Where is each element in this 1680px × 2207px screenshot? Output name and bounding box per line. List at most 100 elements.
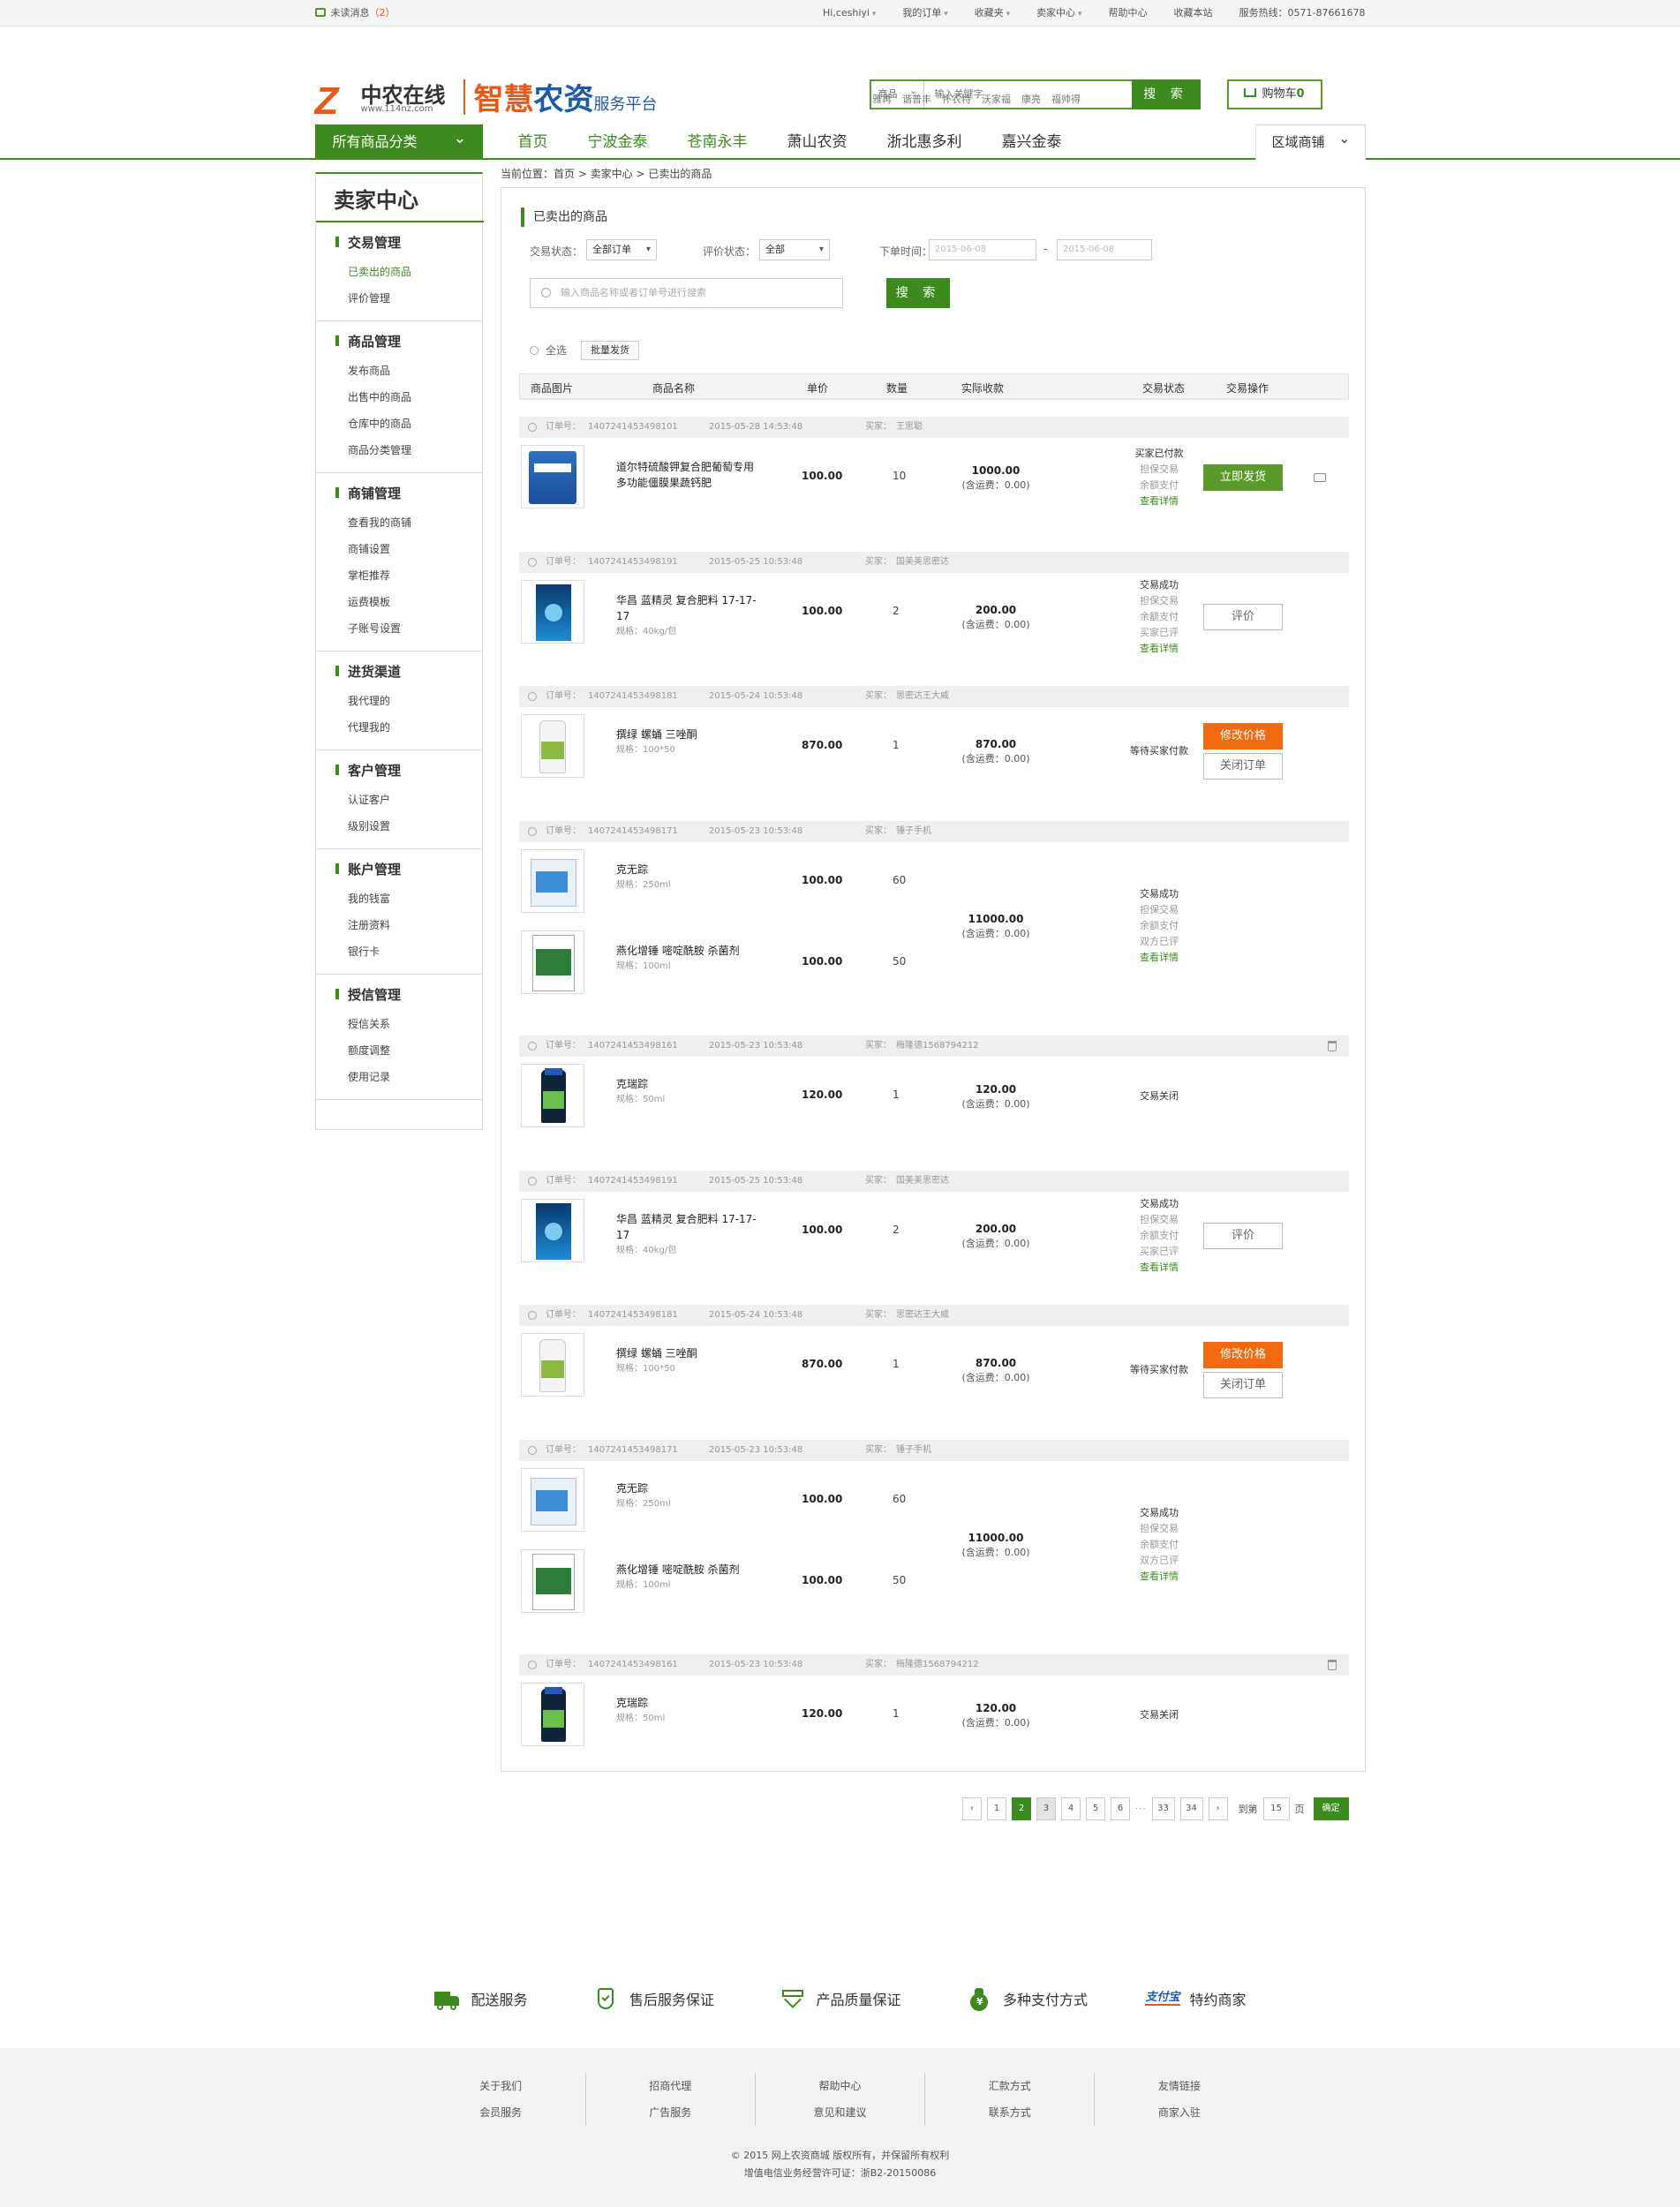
batch-ship-button[interactable]: 批量发货 [581,341,639,360]
product-image[interactable] [521,1549,584,1613]
product-image[interactable] [521,930,584,994]
hotword[interactable]: 康亮 [1021,94,1041,105]
modify-price-button[interactable]: 修改价格 [1203,723,1283,749]
nav-item[interactable]: 苍南永丰 [688,124,748,160]
sidebar-item[interactable]: 出售中的商品 [348,384,482,411]
unread-messages[interactable]: 未读消息（2） [314,0,396,26]
order-select-radio[interactable] [528,827,537,836]
footer-link[interactable]: 会员服务 [417,2099,585,2126]
select-all[interactable]: 全选 [530,343,567,358]
page-number[interactable]: 33 [1151,1797,1175,1820]
sidebar-item[interactable]: 认证客户 [348,787,482,813]
seller-center-link[interactable]: 卖家中心 [1036,0,1081,27]
product-image[interactable] [521,714,584,778]
sidebar-item[interactable]: 级别设置 [348,813,482,840]
hotword[interactable]: 谐普丰 [902,94,931,105]
sidebar-item[interactable]: 查看我的商铺 [348,509,482,536]
date-to-input[interactable]: 2015-06-08 [1057,239,1152,260]
view-details-link[interactable]: 查看详情 [1084,493,1234,509]
product-image[interactable] [521,849,584,913]
footer-link[interactable]: 招商代理 [586,2073,755,2099]
product-image[interactable] [521,1064,584,1127]
sidebar-item[interactable]: 使用记录 [348,1064,482,1090]
sidebar-item[interactable]: 代理我的 [348,714,482,741]
sidebar-item[interactable]: 商铺设置 [348,536,482,562]
trade-status-select[interactable]: 全部订单 [586,239,657,260]
product-image[interactable] [521,445,584,508]
product-image[interactable] [521,1199,584,1262]
product-name[interactable]: 燕化增锤 嘧啶酰胺 杀菌剂 [616,1562,762,1578]
filter-search-button[interactable]: 搜 索 [886,278,950,308]
view-details-link[interactable]: 查看详情 [1084,1260,1234,1276]
favorites-link[interactable]: 收藏夹 [975,0,1010,27]
close-order-button[interactable]: 关闭订单 [1203,1372,1283,1398]
sidebar-item[interactable]: 发布商品 [348,358,482,384]
product-name[interactable]: 燕化增锤 嘧啶酰胺 杀菌剂 [616,943,762,959]
product-image[interactable] [521,1468,584,1532]
close-order-button[interactable]: 关闭订单 [1203,753,1283,780]
cart-button[interactable]: 购物车0 [1226,79,1322,109]
prev-page-button[interactable]: ‹ [962,1797,982,1820]
footer-link[interactable]: 意见和建议 [756,2099,924,2126]
page-number[interactable]: 2 [1012,1797,1031,1820]
page-number[interactable]: 34 [1179,1797,1203,1820]
hotword[interactable]: 雅再 [872,94,892,105]
order-select-radio[interactable] [528,692,537,701]
nav-item[interactable]: 首页 [518,124,548,160]
product-image[interactable] [521,580,584,644]
hotword[interactable]: 沃家福 [982,94,1011,105]
sidebar-item[interactable]: 商品分类管理 [348,437,482,463]
footer-link[interactable]: 帮助中心 [756,2073,924,2099]
bookmark-link[interactable]: 收藏本站 [1174,0,1213,27]
trash-icon[interactable] [1328,1041,1337,1051]
order-select-radio[interactable] [528,1446,537,1455]
view-details-link[interactable]: 查看详情 [1084,950,1234,966]
next-page-button[interactable]: › [1208,1797,1228,1820]
sidebar-item[interactable]: 评价管理 [348,285,482,312]
page-number[interactable]: 4 [1061,1797,1081,1820]
sidebar-item[interactable]: 银行卡 [348,938,482,965]
product-name[interactable]: 撰绿 螺蛹 三唑酮 [616,1345,762,1361]
product-name[interactable]: 道尔特硫酸钾复合肥葡萄专用多功能僵膜果蔬钙肥 [616,459,762,491]
modify-price-button[interactable]: 修改价格 [1203,1342,1283,1368]
printer-icon[interactable] [1314,473,1326,482]
rate-status-select[interactable]: 全部 [759,239,830,260]
sidebar-item[interactable]: 子账号设置 [348,615,482,642]
sidebar-item[interactable]: 授信关系 [348,1011,482,1037]
keyword-search-input[interactable]: 输入商品名称或者订单号进行搜索 [530,278,843,308]
order-select-radio[interactable] [528,558,537,567]
select-all-radio[interactable] [530,346,539,355]
page-number[interactable]: 5 [1086,1797,1105,1820]
hotword[interactable]: 福帅得 [1051,94,1081,105]
footer-link[interactable]: 汇款方式 [925,2073,1094,2099]
page-number[interactable]: 1 [987,1797,1006,1820]
product-name[interactable]: 克瑞踪 [616,1695,762,1711]
view-details-link[interactable]: 查看详情 [1084,641,1234,657]
all-categories-button[interactable]: 所有商品分类 [314,121,483,160]
goto-confirm-button[interactable]: 确定 [1313,1797,1349,1820]
product-image[interactable] [521,1333,584,1397]
nav-item[interactable]: 浙北惠多利 [887,124,962,160]
order-select-radio[interactable] [528,1661,537,1669]
hotword[interactable]: 怀农特 [942,94,971,105]
sidebar-item[interactable]: 注册资料 [348,912,482,938]
region-shops-dropdown[interactable]: 区域商铺 [1254,122,1366,160]
sidebar-item[interactable]: 运费模板 [348,589,482,615]
order-select-radio[interactable] [528,1042,537,1051]
nav-item[interactable]: 萧山农资 [787,124,848,160]
date-from-input[interactable]: 2015-06-08 [929,239,1036,260]
order-select-radio[interactable] [528,423,537,432]
footer-link[interactable]: 商家入驻 [1095,2099,1263,2126]
sidebar-item[interactable]: 仓库中的商品 [348,411,482,437]
product-name[interactable]: 克无踪 [616,1480,762,1496]
sidebar-item[interactable]: 掌柜推荐 [348,562,482,589]
help-center-link[interactable]: 帮助中心 [1109,0,1148,27]
footer-link[interactable]: 关于我们 [417,2073,585,2099]
my-orders-link[interactable]: 我的订单 [902,0,947,27]
page-number[interactable]: 3 [1036,1797,1056,1820]
trash-icon[interactable] [1328,1660,1337,1670]
sidebar-item[interactable]: 已卖出的商品 [348,259,482,285]
order-select-radio[interactable] [528,1311,537,1320]
product-name[interactable]: 华昌 蓝精灵 复合肥料 17-17-17 [616,1211,762,1243]
sidebar-item[interactable]: 我代理的 [348,688,482,714]
